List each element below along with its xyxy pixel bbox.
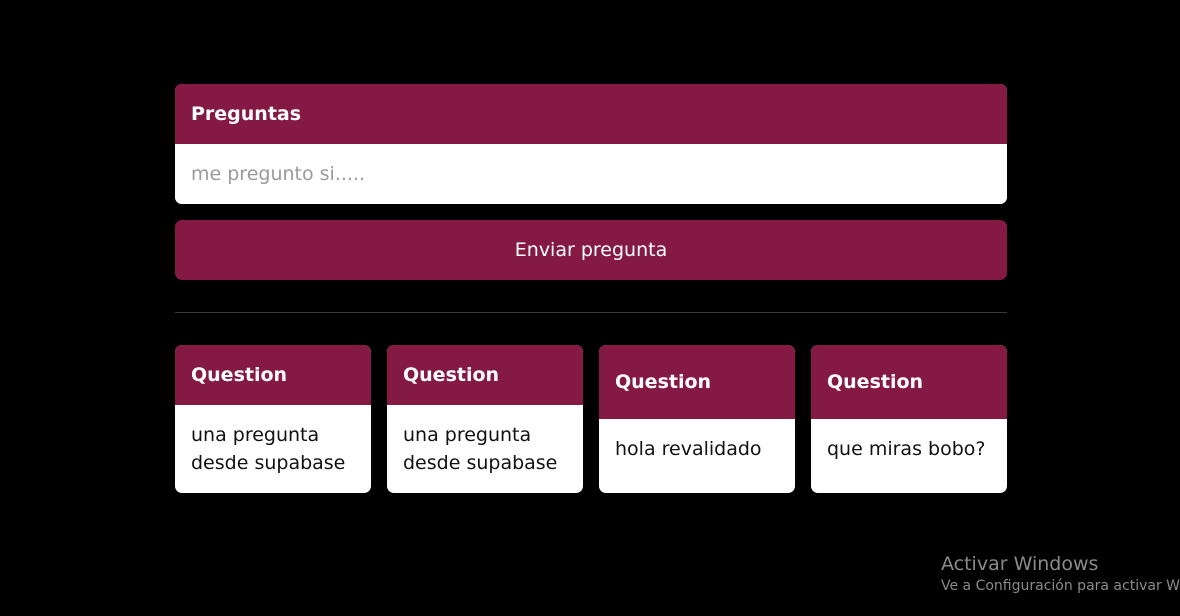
question-card: Question que miras bobo? (811, 345, 1007, 493)
watermark-subtitle: Ve a Configuración para activar Windows. (941, 578, 1180, 594)
send-question-button[interactable]: Enviar pregunta (175, 220, 1007, 280)
windows-activation-watermark: Activar Windows Ve a Configuración para … (941, 552, 1180, 596)
question-input[interactable] (175, 144, 1007, 204)
question-card-header: Question (175, 345, 371, 405)
question-text: una pregunta desde supabase (403, 424, 558, 474)
question-card-header: Question (387, 345, 583, 405)
question-card: Question hola revalidado (599, 345, 795, 493)
ask-question-card: Preguntas (175, 84, 1007, 204)
main-container: Preguntas Enviar pregunta Question una p… (175, 84, 1007, 493)
question-text: una pregunta desde supabase (191, 424, 346, 474)
divider (175, 312, 1007, 313)
ask-card-header: Preguntas (175, 84, 1007, 144)
watermark-title: Activar Windows (941, 553, 1099, 575)
question-card: Question una pregunta desde supabase (175, 345, 371, 493)
question-card-header: Question (811, 345, 1007, 419)
question-text: hola revalidado (615, 438, 762, 460)
question-list: Question una pregunta desde supabase Que… (175, 345, 1007, 493)
question-card-header: Question (599, 345, 795, 419)
page: Preguntas Enviar pregunta Question una p… (0, 0, 1180, 616)
question-card: Question una pregunta desde supabase (387, 345, 583, 493)
question-text: que miras bobo? (827, 438, 986, 460)
